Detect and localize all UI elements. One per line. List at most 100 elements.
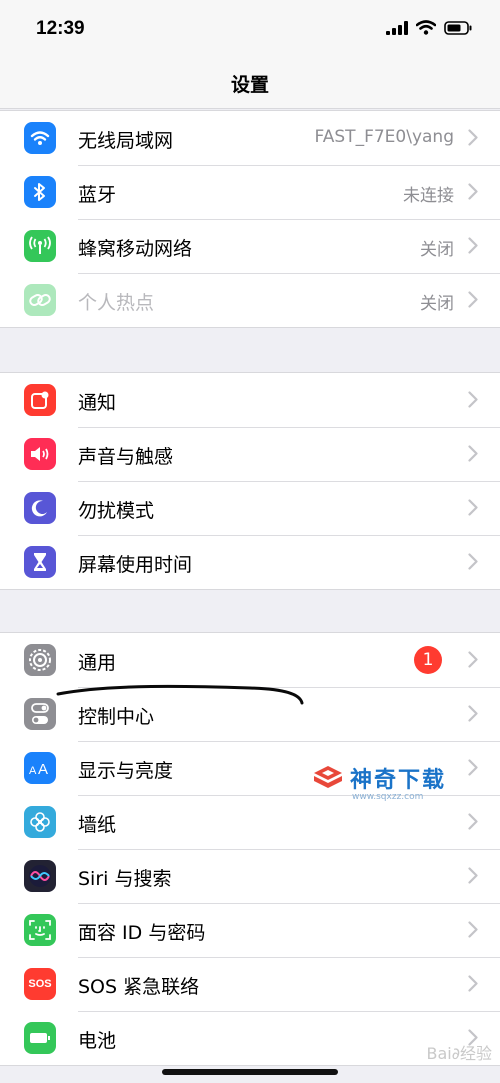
settings-row-bluetooth[interactable]: 蓝牙 未连接 — [0, 165, 500, 219]
row-label: 通用 — [78, 652, 117, 674]
antenna-icon — [24, 230, 56, 262]
settings-row-wifi[interactable]: 无线局域网 FAST_F7E0\yang — [0, 111, 500, 165]
settings-row-battery[interactable]: 电池 — [0, 1011, 500, 1065]
home-indicator — [162, 1069, 338, 1075]
battery-icon — [24, 1022, 56, 1054]
watermark-text: 神奇下载 — [350, 768, 447, 793]
chevron-wrap — [468, 183, 478, 204]
nav-bar: 设置 — [0, 60, 500, 109]
moon-icon — [24, 492, 56, 524]
settings-row-dnd[interactable]: 勿扰模式 — [0, 481, 500, 535]
sos-text: SOS — [28, 978, 52, 990]
link-icon — [24, 284, 56, 316]
chevron-wrap — [468, 867, 478, 888]
settings-row-notifications[interactable]: 通知 — [0, 373, 500, 427]
chevron-right-icon — [468, 867, 478, 884]
watermark-url: www.sqxzz.com — [352, 792, 424, 802]
chevron-right-icon — [468, 813, 478, 830]
chevron-wrap — [468, 921, 478, 942]
row-label: 电池 — [78, 1030, 117, 1052]
settings-group: 通知声音与触感勿扰模式屏幕使用时间 — [0, 372, 500, 590]
toggle-icon — [24, 698, 56, 730]
gear-icon — [24, 644, 56, 676]
settings-row-control-center[interactable]: 控制中心 — [0, 687, 500, 741]
flower-icon — [24, 806, 56, 838]
row-label: 勿扰模式 — [78, 500, 155, 522]
chevron-wrap — [468, 391, 478, 412]
speaker-icon — [24, 438, 56, 470]
signal-icon — [386, 20, 408, 35]
row-value: 未连接 — [403, 186, 454, 206]
sos-icon: SOS — [24, 968, 56, 1000]
status-bar: 12:39 — [0, 0, 500, 60]
row-label: 蜂窝移动网络 — [78, 238, 193, 260]
hourglass-icon — [24, 546, 56, 578]
settings-row-cellular[interactable]: 蜂窝移动网络 关闭 — [0, 219, 500, 273]
row-label: 显示与亮度 — [78, 760, 174, 782]
row-label: 声音与触感 — [78, 446, 174, 468]
chevron-wrap — [468, 813, 478, 834]
row-label: 蓝牙 — [78, 184, 117, 206]
row-value: FAST_F7E0\yang — [314, 127, 454, 147]
chevron-right-icon — [468, 975, 478, 992]
chevron-right-icon — [468, 759, 478, 776]
chevron-wrap — [468, 237, 478, 258]
face-id-icon — [24, 914, 56, 946]
settings-row-general[interactable]: 通用 1 — [0, 633, 500, 687]
row-label: Siri 与搜索 — [78, 868, 172, 890]
chevron-wrap — [468, 291, 478, 312]
settings-row-faceid[interactable]: 面容 ID 与密码 — [0, 903, 500, 957]
settings-row-hotspot: 个人热点 关闭 — [0, 273, 500, 327]
bluetooth-icon — [24, 176, 56, 208]
notification-badge: 1 — [414, 646, 442, 674]
chevron-right-icon — [468, 129, 478, 146]
chevron-right-icon — [468, 291, 478, 308]
settings-row-screentime[interactable]: 屏幕使用时间 — [0, 535, 500, 589]
row-label: 无线局域网 — [78, 130, 174, 152]
notification-icon — [24, 384, 56, 416]
row-label: 面容 ID 与密码 — [78, 922, 206, 944]
chevron-wrap — [468, 975, 478, 996]
chevron-wrap — [468, 553, 478, 574]
row-label: 个人热点 — [78, 292, 155, 314]
chevron-right-icon — [468, 705, 478, 722]
row-value: 关闭 — [420, 240, 454, 260]
settings-row-sos[interactable]: SOS SOS 紧急联络 — [0, 957, 500, 1011]
chevron-wrap — [468, 759, 478, 780]
svg-text:A: A — [38, 761, 48, 776]
chevron-right-icon — [468, 183, 478, 200]
row-value: 关闭 — [420, 294, 454, 314]
chevron-wrap — [468, 445, 478, 466]
settings-row-sounds[interactable]: 声音与触感 — [0, 427, 500, 481]
watermark-cube-icon — [314, 766, 342, 788]
chevron-wrap — [468, 651, 478, 672]
settings-row-wallpaper[interactable]: 墙纸 — [0, 795, 500, 849]
settings-group: 通用 1 控制中心 A A 显示与亮度墙纸 Siri 与搜索面容 ID 与密码 SOS SOS … — [0, 632, 500, 1066]
status-icons — [386, 20, 472, 35]
row-label: 通知 — [78, 392, 117, 414]
chevron-right-icon — [468, 499, 478, 516]
chevron-wrap — [468, 129, 478, 150]
wifi-status-icon — [416, 20, 436, 35]
chevron-wrap — [468, 705, 478, 726]
chevron-right-icon — [468, 921, 478, 938]
page-title: 设置 — [230, 74, 269, 96]
settings-row-siri[interactable]: Siri 与搜索 — [0, 849, 500, 903]
chevron-right-icon — [468, 445, 478, 462]
svg-text:A: A — [29, 765, 37, 776]
row-label: 墙纸 — [78, 814, 117, 836]
chevron-right-icon — [468, 553, 478, 570]
chevron-right-icon — [468, 391, 478, 408]
watermark-logo: 神奇下载 — [312, 762, 446, 794]
wifi-icon — [24, 122, 56, 154]
chevron-right-icon — [468, 237, 478, 254]
chevron-right-icon — [468, 651, 478, 668]
baidu-watermark: Bai∂经验 — [426, 1044, 492, 1063]
text-size-icon: AA — [24, 752, 56, 784]
row-label: 屏幕使用时间 — [78, 554, 193, 576]
settings-group: 无线局域网 FAST_F7E0\yang 蓝牙 未连接 蜂窝移动网络 关闭 个人热点 关闭 — [0, 110, 500, 328]
row-label: 控制中心 — [78, 706, 155, 728]
battery-status-icon — [444, 20, 472, 35]
siri-icon — [24, 860, 56, 892]
status-time: 12:39 — [36, 18, 85, 39]
